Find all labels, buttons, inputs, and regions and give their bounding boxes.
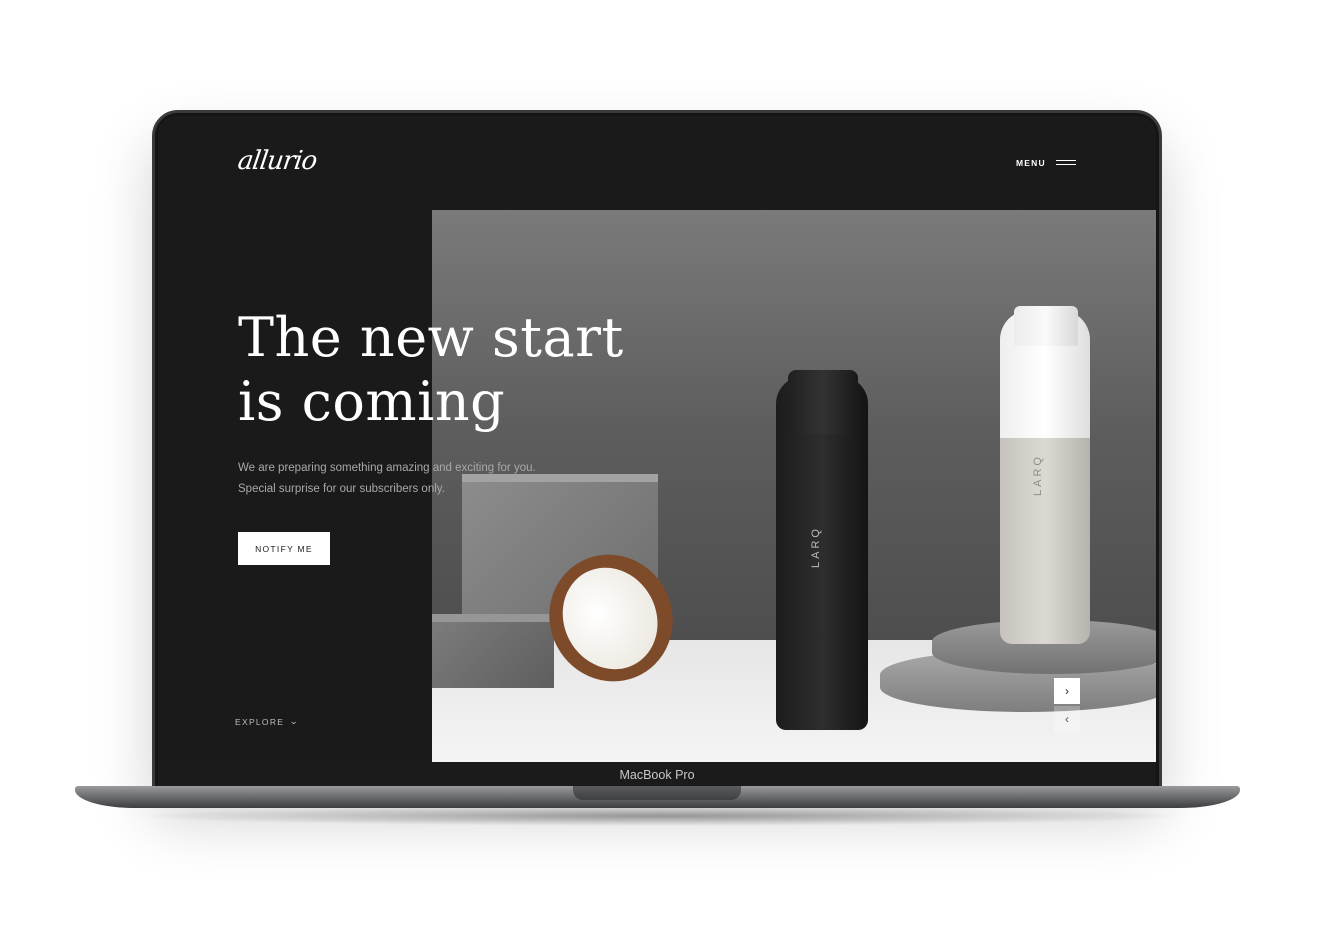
- brand-logo[interactable]: allurio: [236, 146, 318, 176]
- black-bottle-cap: [788, 370, 858, 434]
- laptop-notch: [573, 786, 741, 800]
- website-screen: allurio MENU LARQ LARQ The new start is …: [158, 116, 1156, 762]
- concrete-slab: [432, 614, 554, 688]
- headline-line-2: is coming: [238, 370, 506, 433]
- laptop-shadow: [130, 806, 1190, 826]
- chevron-left-icon: ‹: [1065, 712, 1069, 726]
- hero-subtext: We are preparing something amazing and e…: [238, 458, 598, 500]
- subtext-line-2: Special surprise for our subscribers onl…: [238, 483, 445, 495]
- hero-headline: The new start is coming: [238, 306, 678, 434]
- chevron-down-icon: ⌄: [289, 716, 300, 726]
- headline-line-1: The new start: [238, 306, 624, 369]
- bottle-brand-black: LARQ: [810, 526, 822, 568]
- device-label: MacBook Pro: [619, 768, 695, 782]
- menu-button[interactable]: MENU: [1016, 158, 1076, 168]
- laptop-bezel: MacBook Pro: [158, 762, 1156, 786]
- notify-me-button[interactable]: NOTIFY ME: [238, 532, 330, 565]
- slider-next-button[interactable]: ›: [1054, 678, 1080, 704]
- chevron-right-icon: ›: [1065, 684, 1069, 698]
- menu-label: MENU: [1016, 158, 1046, 168]
- white-bottle-cap: [1014, 306, 1078, 346]
- subtext-line-1: We are preparing something amazing and e…: [238, 462, 536, 474]
- explore-link[interactable]: EXPLORE ⌄: [235, 716, 299, 727]
- explore-label: EXPLORE: [235, 716, 285, 727]
- bottle-brand-white: LARQ: [1032, 454, 1044, 496]
- hamburger-icon: [1055, 159, 1076, 167]
- slider-prev-button[interactable]: ‹: [1054, 706, 1080, 732]
